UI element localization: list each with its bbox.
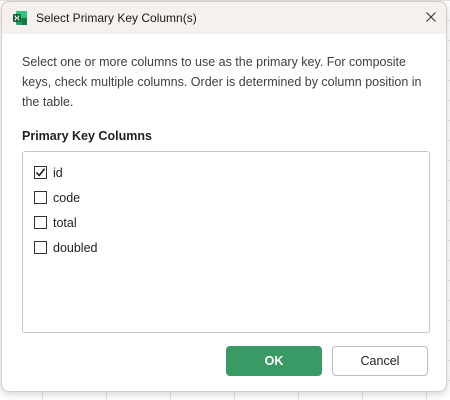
ok-button[interactable]: OK bbox=[226, 346, 322, 376]
cancel-button[interactable]: Cancel bbox=[332, 346, 428, 376]
column-label: id bbox=[53, 165, 63, 180]
checkmark-icon bbox=[35, 168, 46, 177]
checkbox-doubled[interactable] bbox=[34, 241, 47, 254]
dialog-description: Select one or more columns to use as the… bbox=[22, 55, 422, 109]
checkbox-id[interactable] bbox=[34, 166, 47, 179]
column-label: code bbox=[53, 190, 81, 205]
column-option-code[interactable]: code bbox=[23, 185, 429, 210]
column-option-id[interactable]: id bbox=[23, 160, 429, 185]
dialog-title: Select Primary Key Column(s) bbox=[36, 11, 197, 25]
section-label: Primary Key Columns bbox=[22, 129, 152, 143]
column-option-doubled[interactable]: doubled bbox=[23, 235, 429, 260]
excel-icon bbox=[12, 10, 28, 26]
checkbox-total[interactable] bbox=[34, 216, 47, 229]
select-primary-key-dialog: Select Primary Key Column(s) Select one … bbox=[1, 1, 447, 392]
close-icon bbox=[426, 9, 436, 27]
close-button[interactable] bbox=[416, 2, 446, 34]
column-label: total bbox=[53, 215, 77, 230]
dialog-titlebar: Select Primary Key Column(s) bbox=[2, 2, 446, 34]
checkbox-code[interactable] bbox=[34, 191, 47, 204]
column-label: doubled bbox=[53, 240, 98, 255]
column-option-total[interactable]: total bbox=[23, 210, 429, 235]
column-checklist[interactable]: id code total doubled bbox=[22, 151, 430, 333]
